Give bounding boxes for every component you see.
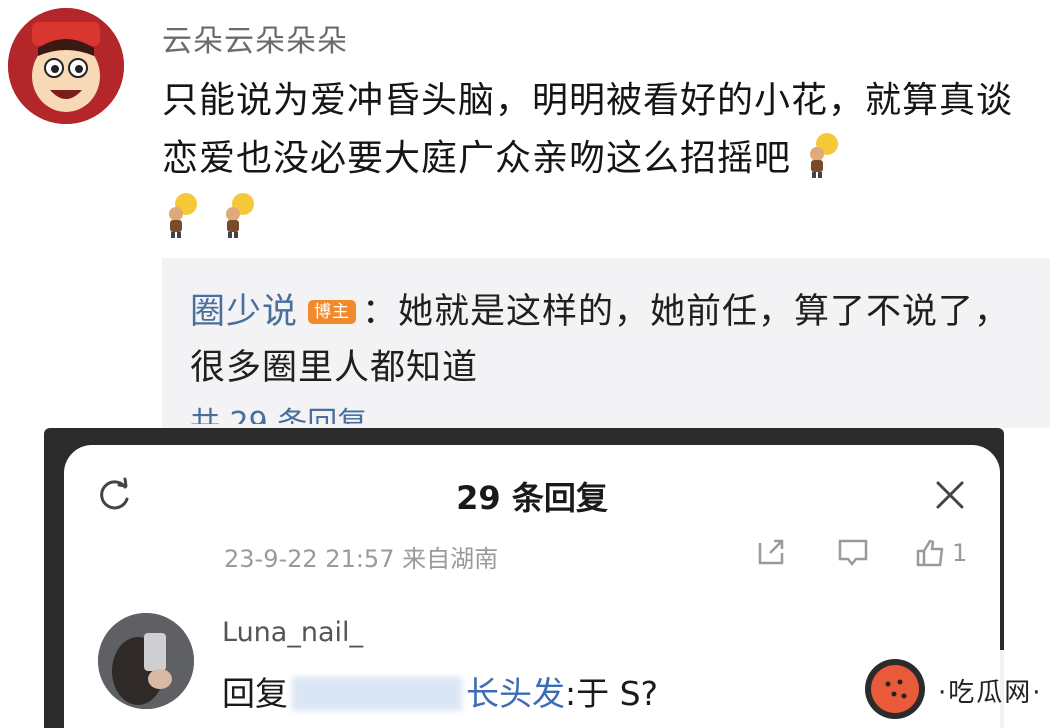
reply-meta-row: 23-9-22 21:57 来自湖南 1 <box>224 537 984 571</box>
user-photo-icon <box>98 613 194 709</box>
watermelon-logo-icon <box>865 659 925 719</box>
reply-line: 回复 长头发:于 S? <box>222 667 658 715</box>
author-reply-box[interactable]: 圈少说 博主 ：她就是这样的，她前任，算了不说了，很多圈里人都知道 共 29 条回复 <box>162 258 1050 428</box>
watermark-text: ·吃瓜网· <box>938 678 1043 708</box>
author-reply-name[interactable]: 圈少说 <box>190 292 298 332</box>
blurred-username <box>292 677 462 711</box>
like-count: 1 <box>952 539 968 567</box>
close-icon[interactable] <box>930 475 970 515</box>
blogger-badge: 博主 <box>308 300 357 324</box>
total-replies-link[interactable]: 共 29 条回复 <box>190 398 367 424</box>
comment-card: 云朵云朵朵朵 只能说为爱冲昏头脑，明明被看好的小花，就算真谈恋爱也没必要大庭广众… <box>0 0 1050 428</box>
reply-username[interactable]: Luna_nail_ <box>222 617 363 648</box>
comment-text: 只能说为爱冲昏头脑，明明被看好的小花，就算真谈恋爱也没必要大庭广众亲吻这么招摇吧 <box>162 72 1032 188</box>
reply-meta: 23-9-22 21:57 来自湖南 <box>224 545 499 571</box>
emoji-row <box>162 192 271 238</box>
reply-suffix: :于 S? <box>565 674 659 713</box>
watermark: ·吃瓜网· <box>850 650 1050 728</box>
reply-prefix: 回复 <box>222 674 288 713</box>
lightbulb-head-icon <box>226 193 255 238</box>
like-icon[interactable] <box>914 537 948 567</box>
lightbulb-head-icon <box>169 193 197 238</box>
comment-icon[interactable] <box>836 537 870 567</box>
reply-mention[interactable]: 长头发 <box>466 674 565 713</box>
comment-body: 只能说为爱冲昏头脑，明明被看好的小花，就算真谈恋爱也没必要大庭广众亲吻这么招摇吧 <box>162 80 1014 179</box>
share-icon[interactable] <box>754 537 788 567</box>
comment-username[interactable]: 云朵云朵朵朵 <box>162 16 348 60</box>
avatar[interactable] <box>8 8 124 124</box>
author-reply-text: 圈少说 博主 ：她就是这样的，她前任，算了不说了，很多圈里人都知道 <box>190 284 1030 396</box>
lightbulb-head-icon <box>810 133 839 178</box>
sheet-title: 29 条回复 <box>456 479 608 517</box>
cartoon-avatar-icon <box>8 8 124 124</box>
reply-avatar[interactable] <box>98 613 194 709</box>
